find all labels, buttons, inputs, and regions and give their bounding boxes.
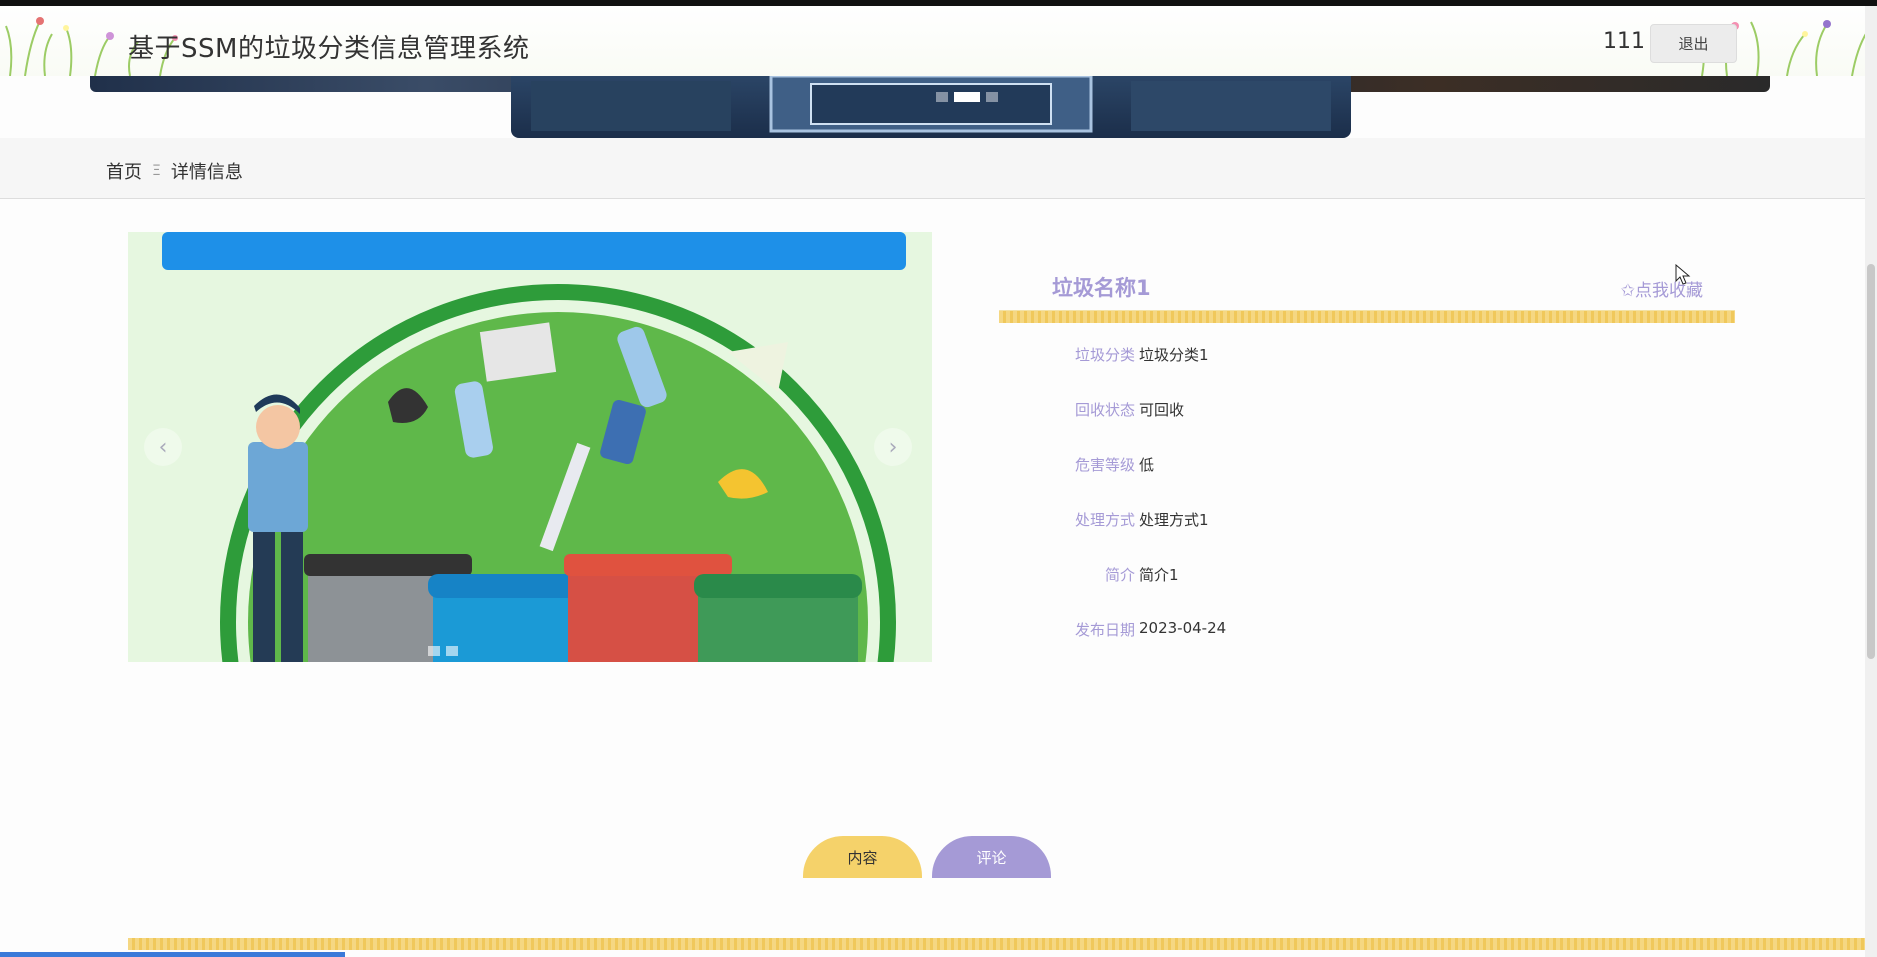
breadcrumb-home[interactable]: 首页 [106, 158, 142, 184]
bottom-zigzag-divider [128, 938, 1877, 950]
image-gallery[interactable]: ‹ › [128, 232, 932, 662]
field-label: 简介 [1104, 566, 1135, 584]
scrollbar[interactable] [1865, 6, 1877, 957]
field-row-publish-date: 发布日期 2023-04-24 [999, 619, 1735, 649]
logout-button[interactable]: 退出 [1650, 24, 1737, 63]
garbage-classification-image [162, 232, 906, 662]
field-value: 低 [1139, 456, 1155, 474]
field-label: 处理方式 [1074, 511, 1135, 529]
item-name: 垃圾名称1 [1052, 276, 1151, 300]
gallery-prev-arrow-icon[interactable]: ‹ [144, 428, 182, 466]
field-label: 发布日期 [1074, 621, 1135, 639]
zigzag-divider [999, 310, 1735, 323]
field-row-treatment: 处理方式 处理方式1 [999, 509, 1735, 539]
gallery-dot[interactable] [428, 646, 440, 656]
field-label: 垃圾分类 [1074, 346, 1135, 364]
field-label: 危害等级 [1074, 456, 1135, 474]
banner-image [531, 76, 1331, 133]
tab-content[interactable]: 内容 [803, 836, 922, 878]
breadcrumb-separator-icon: Ξ [152, 163, 161, 179]
breadcrumb-current: 详情信息 [170, 162, 243, 183]
field-value: 简介1 [1139, 566, 1179, 584]
field-value: 垃圾分类1 [1139, 346, 1209, 364]
gallery-next-arrow-icon[interactable]: › [874, 428, 912, 466]
banner-dot-active[interactable] [954, 92, 980, 102]
field-row-recycle-status: 回收状态 可回收 [999, 399, 1735, 429]
header: 基于SSM的垃圾分类信息管理系统 111 退出 [0, 6, 1877, 76]
page-progress-bar [0, 952, 345, 957]
breadcrumb: 首页 Ξ 详情信息 [106, 158, 243, 184]
field-value: 处理方式1 [1139, 511, 1209, 529]
gallery-indicators[interactable] [428, 646, 458, 656]
gallery-dot[interactable] [446, 646, 458, 656]
username: 111 [1603, 29, 1645, 54]
field-row-intro: 简介 简介1 [999, 564, 1735, 594]
app-title: 基于SSM的垃圾分类信息管理系统 [128, 34, 530, 64]
field-row-category: 垃圾分类 垃圾分类1 [999, 344, 1735, 374]
tab-comment[interactable]: 评论 [932, 836, 1051, 878]
banner-dot[interactable] [936, 92, 948, 102]
field-row-hazard-level: 危害等级 低 [999, 454, 1735, 484]
field-label: 回收状态 [1074, 401, 1135, 419]
banner-dot[interactable] [986, 92, 998, 102]
banner-carousel[interactable] [511, 76, 1351, 138]
field-value: 可回收 [1139, 401, 1185, 419]
field-value: 2023-04-24 [1139, 619, 1227, 637]
breadcrumb-bar: 首页 Ξ 详情信息 [0, 138, 1877, 199]
mouse-cursor-icon [1675, 264, 1691, 285]
detail-tabs: 内容 评论 [803, 836, 1051, 878]
scrollbar-thumb[interactable] [1867, 264, 1875, 659]
banner-indicators[interactable] [936, 92, 998, 102]
